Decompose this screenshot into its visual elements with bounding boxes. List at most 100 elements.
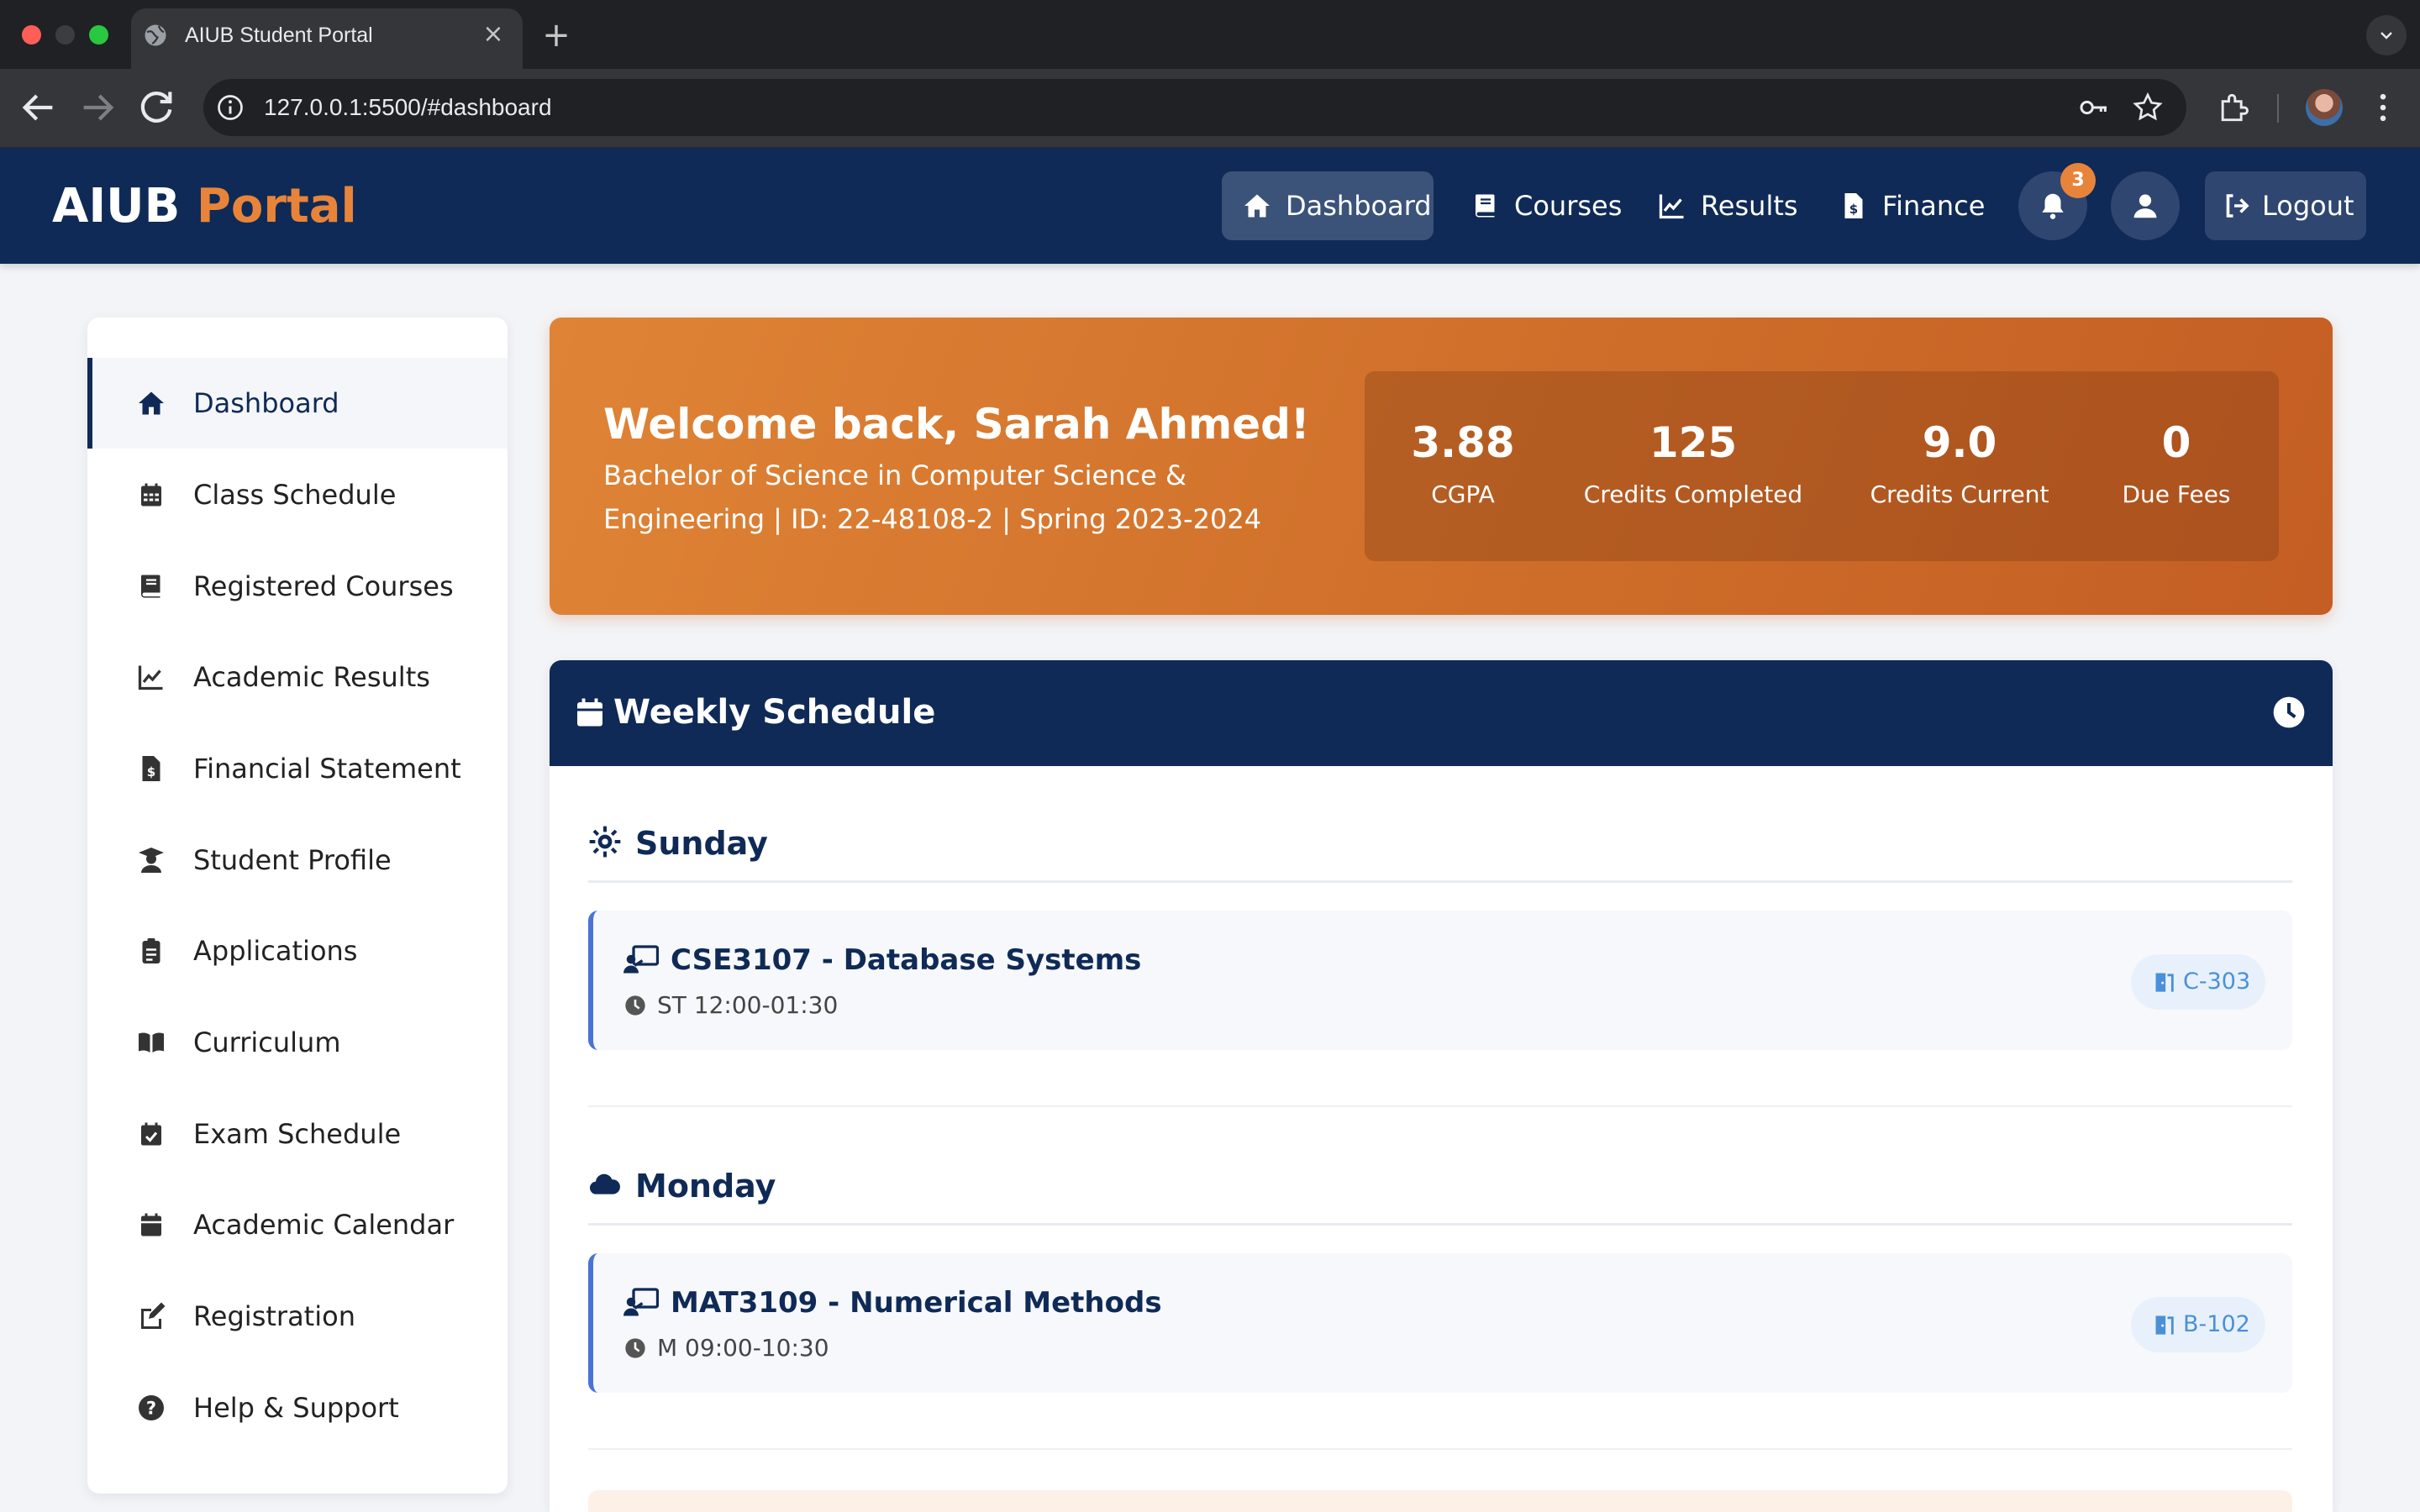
- room-badge: C-303: [2131, 954, 2265, 1010]
- sidebar-item-curriculum[interactable]: Curriculum: [87, 997, 508, 1088]
- tab-search-button[interactable]: [2366, 15, 2407, 55]
- user-icon: [2133, 194, 2157, 218]
- sidebar-item-applications[interactable]: Applications: [87, 906, 508, 996]
- logout-label: Logout: [2262, 190, 2354, 222]
- room-label: C-303: [2183, 969, 2251, 995]
- toolbar-divider: [2277, 94, 2279, 123]
- profile-avatar[interactable]: [2306, 89, 2343, 126]
- book-icon: [1476, 194, 1495, 218]
- reload-icon[interactable]: [133, 84, 180, 131]
- sidebar: Dashboard Class Schedule Registered Cour…: [87, 318, 508, 1494]
- class-time: M 09:00-10:30: [657, 1334, 829, 1362]
- edit-icon: [141, 1302, 166, 1329]
- clock-icon[interactable]: [2270, 694, 2307, 731]
- welcome-title: Welcome back, Sarah Ahmed!: [603, 400, 1310, 449]
- stat-value: 9.0: [1922, 418, 1997, 467]
- day-name: Sunday: [635, 825, 768, 862]
- sidebar-item-class-schedule[interactable]: Class Schedule: [87, 449, 508, 540]
- calendar-grid-icon: [141, 483, 161, 507]
- student-program-info: Bachelor of Science in Computer Science …: [603, 459, 1262, 535]
- clock-icon: [625, 1338, 645, 1358]
- url-text[interactable]: 127.0.0.1:5500/#dashboard: [264, 89, 552, 126]
- new-tab-button[interactable]: +: [538, 17, 575, 54]
- sidebar-item-dashboard[interactable]: Dashboard: [87, 358, 508, 449]
- sidebar-item-help-support[interactable]: ? Help & Support: [87, 1362, 508, 1453]
- class-course-title: MAT3109 - Numerical Methods: [671, 1286, 1162, 1320]
- bell-icon: [2042, 193, 2064, 219]
- bookmark-star-icon[interactable]: [2131, 91, 2165, 124]
- tab-close-icon[interactable]: ×: [481, 22, 506, 47]
- sidebar-item-registered-courses[interactable]: Registered Courses: [87, 541, 508, 632]
- extensions-puzzle-icon[interactable]: [2215, 89, 2252, 126]
- forward-arrow-icon[interactable]: [74, 84, 121, 131]
- file-invoice-dollar-icon: $: [1844, 193, 1863, 218]
- day-separator: [588, 1448, 2292, 1450]
- sidebar-item-academic-calendar[interactable]: Academic Calendar: [87, 1179, 508, 1270]
- window-maximize-button[interactable]: [89, 25, 108, 45]
- sidebar-item-label: Registration: [193, 1300, 355, 1332]
- stat-value: 125: [1649, 418, 1738, 467]
- back-arrow-icon[interactable]: [15, 84, 62, 131]
- site-info-icon[interactable]: [215, 92, 245, 123]
- nav-finance[interactable]: $ Finance: [1818, 171, 1985, 240]
- sidebar-item-label: Exam Schedule: [193, 1118, 402, 1150]
- nav-courses[interactable]: Courses: [1450, 171, 1622, 240]
- nav-results[interactable]: Results: [1637, 171, 1800, 240]
- globe-icon: [145, 24, 166, 46]
- logout-button[interactable]: Logout: [2205, 171, 2366, 240]
- sidebar-item-student-profile[interactable]: Student Profile: [87, 815, 508, 906]
- sidebar-item-label: Help & Support: [193, 1392, 399, 1424]
- room-badge: B-102: [2131, 1297, 2265, 1352]
- chevron-down-icon: [2381, 32, 2392, 39]
- stat-value: 3.88: [1411, 418, 1515, 467]
- sidebar-item-label: Academic Calendar: [193, 1209, 455, 1241]
- sidebar-item-label: Curriculum: [193, 1026, 341, 1058]
- home-icon: [139, 391, 164, 415]
- nav-label: Results: [1701, 190, 1798, 222]
- tab-title: AIUB Student Portal: [185, 24, 373, 47]
- file-invoice-dollar-icon: $: [142, 756, 160, 781]
- day-separator: [588, 1105, 2292, 1107]
- user-profile-button[interactable]: [2111, 171, 2180, 240]
- book-icon: [141, 575, 160, 598]
- window-close-button[interactable]: [22, 25, 41, 45]
- brand-logo[interactable]: AIUB Portal: [52, 173, 357, 240]
- password-key-icon[interactable]: [2077, 91, 2111, 124]
- stat-label: Credits Completed: [1583, 480, 1803, 508]
- chart-line-icon: [1659, 194, 1684, 219]
- cloud-icon: [589, 1173, 620, 1194]
- window-minimize-button[interactable]: [55, 25, 75, 45]
- stat-credits-completed: 125 Credits Completed: [1580, 412, 1807, 516]
- chalkboard-teacher-icon: [623, 1288, 659, 1316]
- calendar-icon: [141, 1213, 161, 1236]
- nav-label: Dashboard: [1286, 190, 1432, 222]
- home-icon: [1244, 194, 1270, 218]
- weekly-schedule-title: Weekly Schedule: [613, 693, 936, 732]
- sidebar-item-label: Applications: [193, 935, 358, 967]
- sidebar-item-label: Registered Courses: [193, 570, 454, 602]
- svg-text:$: $: [147, 764, 155, 780]
- sidebar-item-label: Class Schedule: [193, 479, 397, 511]
- nav-label: Courses: [1514, 190, 1623, 222]
- book-open-icon: [139, 1032, 164, 1053]
- stat-due-fees: 0 Due Fees: [2101, 412, 2252, 516]
- sidebar-item-financial-statement[interactable]: $ Financial Statement: [87, 723, 508, 814]
- more-menu-icon[interactable]: [2365, 89, 2402, 126]
- day-name: Monday: [635, 1168, 776, 1205]
- sidebar-item-exam-schedule[interactable]: Exam Schedule: [87, 1089, 508, 1179]
- nav-dashboard[interactable]: Dashboard: [1222, 171, 1434, 240]
- stat-label: CGPA: [1431, 480, 1495, 508]
- sidebar-item-registration[interactable]: Registration: [87, 1271, 508, 1362]
- user-graduate-icon: [139, 848, 164, 873]
- stat-label: Due Fees: [2122, 480, 2231, 508]
- stat-label: Credits Current: [1870, 480, 2049, 508]
- sign-out-icon: [2226, 194, 2249, 218]
- next-day-card-partial: [588, 1490, 2292, 1512]
- brand-name: AIUB: [52, 179, 181, 234]
- sidebar-item-academic-results[interactable]: Academic Results: [87, 632, 508, 722]
- chalkboard-teacher-icon: [623, 945, 659, 974]
- clock-icon: [625, 995, 645, 1016]
- chart-line-icon: [138, 665, 163, 690]
- sidebar-item-label: Academic Results: [193, 661, 430, 693]
- sidebar-item-label: Financial Statement: [193, 753, 461, 785]
